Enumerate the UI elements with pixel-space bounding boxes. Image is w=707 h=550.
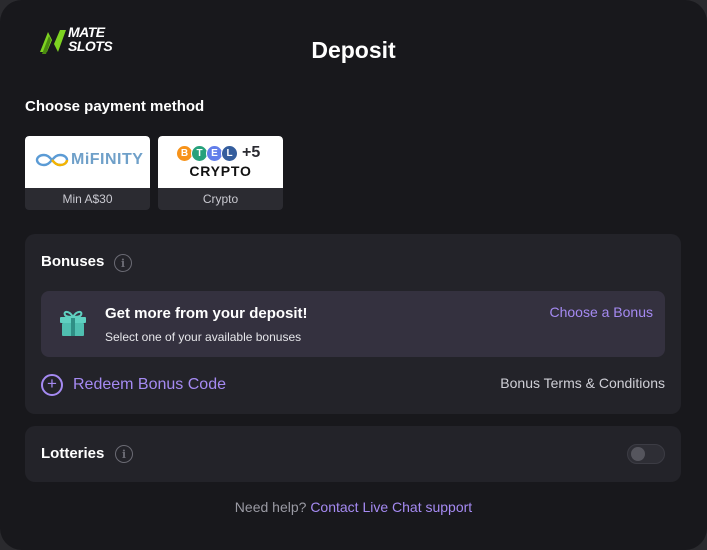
crypto-logo-tile: B T E L +5 CRYPTO — [158, 136, 283, 188]
payment-method-caption: Crypto — [202, 192, 239, 206]
info-icon[interactable]: i — [115, 445, 133, 463]
help-text: Need help? — [234, 499, 307, 515]
mifinity-logo-tile: MiFINITY — [25, 136, 150, 188]
plus-circle-icon: + — [41, 374, 63, 396]
crypto-wordmark: CRYPTO — [189, 163, 252, 179]
gift-icon — [60, 310, 86, 336]
lotteries-title: Lotteries — [41, 445, 105, 462]
redeem-bonus-code-button[interactable]: + Redeem Bonus Code — [41, 374, 226, 396]
bonus-terms-link[interactable]: Bonus Terms & Conditions — [500, 375, 665, 391]
payment-method-label: Choose payment method — [25, 98, 205, 115]
page-title: Deposit — [311, 37, 396, 63]
choose-bonus-link[interactable]: Choose a Bonus — [549, 304, 653, 320]
mifinity-logo: MiFINITY — [35, 151, 143, 169]
redeem-label: Redeem Bonus Code — [73, 376, 226, 393]
promo-title: Get more from your deposit! — [105, 305, 308, 322]
payment-method-crypto[interactable]: B T E L +5 CRYPTO Crypto — [158, 136, 283, 210]
crypto-coins: B T E L +5 — [176, 144, 260, 162]
mifinity-wordmark: MiFINITY — [71, 151, 144, 168]
bonuses-title: Bonuses — [41, 253, 105, 270]
bonuses-card: Bonuses i Get more from your deposit! Se… — [25, 234, 681, 414]
litecoin-icon: L — [221, 144, 238, 162]
toggle-knob — [631, 447, 645, 461]
info-icon[interactable]: i — [114, 254, 132, 272]
lotteries-toggle[interactable] — [627, 444, 665, 464]
lotteries-card: Lotteries i — [25, 426, 681, 482]
payment-method-mifinity[interactable]: MiFINITY Min A$30 — [25, 136, 150, 210]
infinity-icon — [35, 153, 69, 167]
payment-method-caption: Min A$30 — [62, 192, 113, 206]
promo-subtitle: Select one of your available bonuses — [105, 330, 302, 344]
help-footer: Need help? Contact Live Chat support — [0, 499, 707, 515]
live-chat-support-link[interactable]: Contact Live Chat support — [310, 499, 472, 515]
crypto-extra-count: +5 — [242, 144, 261, 161]
deposit-modal: MATE SLOTS Deposit Choose payment method… — [0, 0, 707, 550]
bonus-promo-banner: Get more from your deposit! Select one o… — [41, 291, 665, 357]
